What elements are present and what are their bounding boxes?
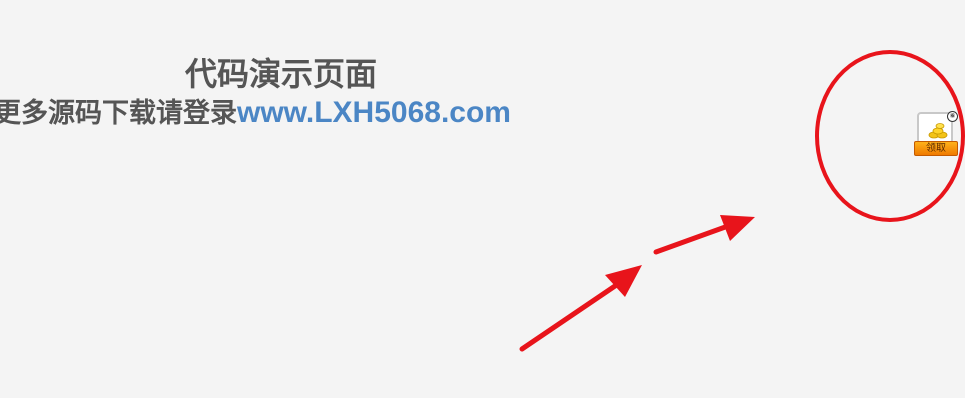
- coins-icon: [928, 123, 948, 139]
- arrow-head-lower: [605, 265, 642, 297]
- claim-button[interactable]: 领取: [914, 141, 958, 156]
- arrow-shaft-lower: [519, 283, 618, 352]
- badge-icon: ⑥: [947, 111, 958, 122]
- arrow-shaft-upper: [653, 223, 731, 255]
- annotation-layer: [519, 50, 965, 352]
- arrow-head-upper: [720, 215, 755, 241]
- coupon-widget[interactable]: ⑥ 领取: [913, 110, 959, 158]
